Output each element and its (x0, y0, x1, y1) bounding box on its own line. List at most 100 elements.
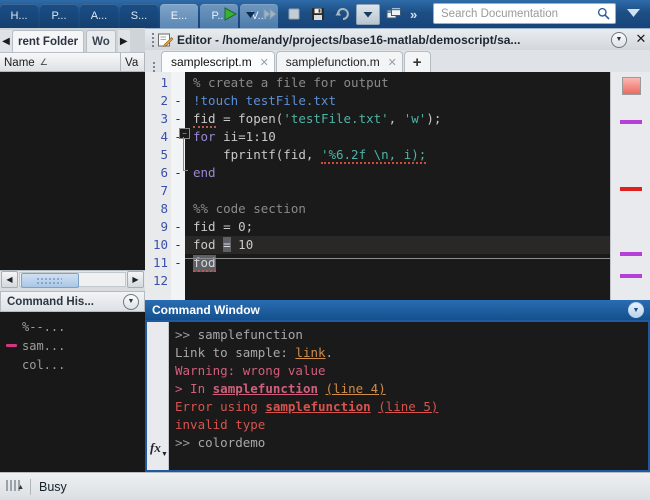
command-output-text: Error using (175, 399, 266, 414)
fold-collapse-icon[interactable]: − (179, 128, 190, 139)
scroll-right-icon[interactable]: ▶ (127, 270, 144, 288)
ribbon-tab-home-label: H... (10, 10, 28, 22)
ribbon-tab-home[interactable]: H... (0, 4, 38, 28)
ribbon-tab-shortcuts[interactable]: S... (120, 4, 158, 28)
drag-handle-icon[interactable] (148, 32, 157, 47)
editor-tab-samplescript[interactable]: samplescript.m ✕ (161, 51, 275, 72)
command-output-link[interactable]: link (295, 345, 325, 360)
analyzer-error-indicator[interactable] (622, 77, 641, 95)
left-panel-tabstrip: ◀ rent Folder Wo ▶ (0, 28, 145, 52)
breakpoint-slot-executable[interactable]: - (171, 236, 185, 254)
panel-menu-icon[interactable]: ▼ (628, 302, 644, 318)
workspace-grid-header: Name ∠ Va (0, 52, 145, 72)
command-window-body[interactable]: fx ▼ >> samplefunction Link to sample: lin… (145, 320, 650, 472)
code-line[interactable]: fid = 0; (185, 218, 610, 236)
command-history-item-label: sam... (22, 338, 66, 353)
ribbon-tab-plots[interactable]: P... (40, 4, 78, 28)
code-token: 10 (230, 237, 254, 252)
analyzer-mark[interactable] (620, 274, 642, 278)
breakpoint-slot[interactable] (171, 272, 185, 290)
windows-icon[interactable] (382, 2, 406, 26)
code-token: 'testFile.txt' (283, 111, 389, 126)
code-line[interactable]: %% code section (185, 200, 610, 218)
code-line[interactable] (185, 182, 610, 200)
command-output-link[interactable]: samplefunction (265, 399, 370, 414)
panel-menu-icon[interactable]: ▼ (123, 293, 139, 310)
code-line[interactable]: % create a file for output (185, 74, 610, 92)
editor-close-button[interactable]: ✕ (632, 32, 650, 47)
breakpoint-slot-executable[interactable]: - (171, 254, 185, 272)
left-tab-current-folder[interactable]: rent Folder (12, 30, 85, 52)
run-advance-icon[interactable] (258, 2, 282, 26)
editor-code-text[interactable]: % create a file for output !touch testFil… (185, 72, 610, 300)
toolbar-overflow-button[interactable]: » (406, 7, 421, 22)
command-output-line: Link to sample: link. (175, 344, 648, 362)
column-header-value[interactable]: Va (121, 53, 145, 72)
breakpoint-slot[interactable] (171, 74, 185, 92)
code-line[interactable]: fod (185, 254, 610, 272)
command-output-link[interactable]: (line 4) (326, 381, 386, 396)
command-output-link[interactable]: (line 5) (378, 399, 438, 414)
search-documentation-box[interactable] (433, 3, 616, 24)
breakpoint-slot-executable[interactable]: - (171, 218, 185, 236)
workspace-grid-body[interactable] (0, 72, 145, 270)
breakpoint-slot[interactable] (171, 200, 185, 218)
code-line[interactable]: fprintf(fid, '%6.2f \n, i); (185, 146, 610, 164)
caret-down-icon[interactable] (622, 4, 644, 23)
editor-breakpoint-gutter[interactable]: ------- (171, 72, 185, 300)
scrollbar-thumb[interactable] (21, 272, 79, 288)
code-line[interactable]: !touch testFile.txt (185, 92, 610, 110)
save-icon[interactable] (306, 2, 330, 26)
editor-analyzer-rail[interactable] (610, 72, 650, 300)
run-dropdown-icon[interactable] (242, 2, 258, 26)
tabstrip-drag-handle-icon[interactable] (149, 62, 158, 72)
editor-tab-samplefunction[interactable]: samplefunction.m ✕ (275, 51, 403, 72)
command-window-titlebar: Command Window ▼ (145, 300, 650, 320)
scrollbar-track[interactable] (19, 271, 126, 288)
editor-code-area[interactable]: 1 2 3 4 5 6 7 8 9 10 11 12 ------- % create a file … (145, 72, 650, 300)
undo-icon[interactable] (330, 2, 354, 26)
dropdown-icon[interactable] (356, 3, 380, 25)
command-output-line: > In samplefunction (line 4) (175, 380, 648, 398)
search-input[interactable] (439, 4, 597, 23)
ribbon-tab-shortcuts-label: S... (130, 10, 148, 22)
workspace-horizontal-scrollbar[interactable]: ◀ ▶ (0, 270, 145, 288)
column-header-name[interactable]: Name ∠ (0, 53, 121, 72)
line-number: 11 (152, 255, 168, 270)
code-line[interactable]: fod = 10 (185, 236, 610, 254)
breakpoint-slot[interactable] (171, 182, 185, 200)
new-file-tab-button[interactable]: + (403, 51, 431, 72)
column-header-name-label: Name (4, 56, 35, 69)
run-icon[interactable] (218, 2, 242, 26)
breakpoint-slot-executable[interactable]: - (171, 92, 185, 110)
command-window-output[interactable]: >> samplefunction Link to sample: link. Wa… (169, 322, 648, 470)
fx-icon[interactable]: fx ▼ (150, 440, 168, 458)
command-history-item[interactable]: %--... (0, 317, 145, 336)
resize-grip-icon[interactable]: ▲ (6, 480, 24, 493)
code-line[interactable]: end (185, 164, 610, 182)
code-token: = fopen( (215, 111, 284, 126)
breakpoint-slot-executable[interactable]: - (171, 110, 185, 128)
command-history-item[interactable]: sam... (0, 336, 145, 355)
panel-menu-icon[interactable]: ▼ (611, 31, 627, 48)
stop-icon[interactable] (282, 2, 306, 26)
scroll-left-icon[interactable]: ◀ (1, 270, 18, 288)
close-icon[interactable]: ✕ (258, 56, 271, 69)
left-tabs-scroll-left-icon[interactable]: ◀ (0, 30, 12, 52)
editor-titlebar: Editor - /home/andy/projects/base16-matl… (145, 28, 650, 50)
close-icon[interactable]: ✕ (386, 56, 399, 69)
analyzer-mark[interactable] (620, 187, 642, 191)
code-line[interactable] (185, 272, 610, 290)
code-line[interactable]: for ii=1:10 (185, 128, 610, 146)
ribbon-tab-apps[interactable]: A... (80, 4, 118, 28)
left-tab-workspace[interactable]: Wo (86, 30, 116, 52)
left-tabs-scroll-right-icon[interactable]: ▶ (117, 30, 130, 52)
code-line[interactable]: fid = fopen('testFile.txt', 'w'); (185, 110, 610, 128)
analyzer-mark[interactable] (620, 120, 642, 124)
analyzer-mark[interactable] (620, 252, 642, 256)
command-output-link[interactable]: samplefunction (213, 381, 318, 396)
code-token: , (388, 111, 404, 126)
editor-line-number-gutter: 1 2 3 4 5 6 7 8 9 10 11 12 (145, 72, 171, 300)
command-history-item[interactable]: col... (0, 355, 145, 374)
ribbon-tab-editor[interactable]: E... (160, 4, 198, 28)
